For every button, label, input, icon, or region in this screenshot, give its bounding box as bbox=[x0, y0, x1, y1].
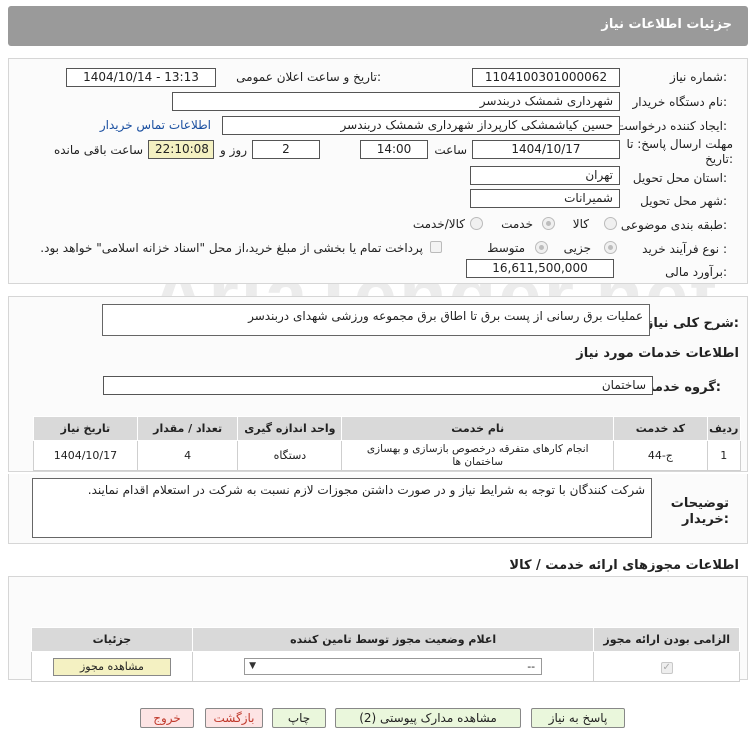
province-field: تهران bbox=[470, 166, 620, 185]
table-row: 1 ج-44 انجام کارهای متفرقه درخصوص بازساز… bbox=[33, 440, 742, 471]
back-button[interactable]: بازگشت bbox=[205, 708, 263, 728]
col-service-name: نام خدمت bbox=[341, 416, 615, 441]
cell-permit-status: -- ▼ bbox=[191, 651, 595, 682]
permit-status-value: -- bbox=[527, 660, 536, 673]
buyer-notes-textarea[interactable]: شرکت کنندگان با توجه به شرایط نیاز و در … bbox=[32, 478, 652, 538]
days-label: روز و bbox=[220, 143, 247, 157]
service-group-label: گروه خدمت: bbox=[641, 380, 721, 395]
col-row: ردیف bbox=[706, 416, 742, 441]
deadline-time-field: 14:00 bbox=[360, 140, 428, 159]
col-permit-required: الزامی بودن ارائه مجوز bbox=[593, 627, 740, 652]
announce-field: 1404/10/14 - 13:13 bbox=[66, 68, 216, 87]
permits-table: الزامی بودن ارائه مجوز اعلام وضعیت مجوز … bbox=[31, 627, 740, 682]
category-label: طبقه بندی موضوعی: bbox=[620, 218, 727, 232]
col-permit-status: اعلام وضعیت مجوز توسط تامین کننده bbox=[191, 627, 595, 652]
summary-textarea[interactable]: عملیات برق رسانی از پست برق تا اطاق برق … bbox=[102, 304, 650, 336]
cell-permit-details: مشاهده مجوز bbox=[31, 651, 193, 682]
services-section-title: اطلاعات خدمات مورد نیاز bbox=[576, 346, 739, 361]
permits-section-title: اطلاعات مجوزهای ارائه خدمت / کالا bbox=[509, 558, 739, 573]
permits-table-header: الزامی بودن ارائه مجوز اعلام وضعیت مجوز … bbox=[31, 627, 740, 652]
window-title: جزئیات اطلاعات نیاز bbox=[601, 17, 732, 32]
estimate-label: برآورد مالی: bbox=[665, 265, 727, 279]
process-radio-medium[interactable] bbox=[535, 241, 548, 254]
need-number-field: 1104100301000062 bbox=[472, 68, 620, 87]
cell-service-code: ج-44 bbox=[613, 440, 708, 471]
buyer-contact-link[interactable]: اطلاعات تماس خریدار bbox=[100, 118, 211, 132]
summary-label: شرح کلی نیاز: bbox=[645, 316, 739, 331]
attached-docs-button[interactable]: مشاهده مدارک پیوستی (2) bbox=[335, 708, 521, 728]
print-button[interactable]: چاپ bbox=[272, 708, 326, 728]
deadline-date-field: 1404/10/17 bbox=[472, 140, 620, 159]
chevron-down-icon: ▼ bbox=[249, 661, 257, 671]
need-number-label: شماره نیاز: bbox=[669, 70, 727, 84]
permit-required-checkbox[interactable]: ✓ bbox=[660, 661, 673, 674]
services-table-header: ردیف کد خدمت نام خدمت واحد اندازه گیری ت… bbox=[33, 416, 742, 441]
buyer-notes-label: توضیحات خریدار: bbox=[670, 496, 729, 527]
service-group-field: ساختمان bbox=[103, 376, 653, 395]
col-permit-details: جزئیات bbox=[31, 627, 193, 652]
buyer-org-label: نام دستگاه خریدار: bbox=[632, 95, 728, 109]
remaining-time-field: 22:10:08 bbox=[148, 140, 214, 159]
category-radio-service[interactable] bbox=[542, 217, 555, 230]
city-label: شهر محل تحویل: bbox=[640, 194, 727, 208]
col-need-date: تاریخ نیاز bbox=[33, 416, 138, 441]
view-permit-button[interactable]: مشاهده مجوز bbox=[52, 657, 171, 676]
cell-quantity: 4 bbox=[136, 440, 239, 471]
window-titlebar: جزئیات اطلاعات نیاز bbox=[8, 6, 748, 46]
category-radio-goods[interactable] bbox=[604, 217, 617, 230]
cell-permit-required: ✓ bbox=[593, 651, 740, 682]
buyer-org-field: شهرداری شمشک دربندسر bbox=[172, 92, 620, 111]
col-unit: واحد اندازه گیری bbox=[237, 416, 343, 441]
deadline-time-label: ساعت bbox=[434, 143, 467, 157]
col-service-code: کد خدمت bbox=[613, 416, 708, 441]
col-quantity: تعداد / مقدار bbox=[136, 416, 239, 441]
announce-label: تاریخ و ساعت اعلان عمومی: bbox=[236, 70, 381, 84]
category-radio-goods-service[interactable] bbox=[470, 217, 483, 230]
category-option-service: خدمت bbox=[501, 217, 533, 231]
city-field: شمیرانات bbox=[470, 189, 620, 208]
treasury-note: پرداخت تمام یا بخشی از مبلغ خرید،از محل … bbox=[40, 241, 423, 255]
permit-status-select[interactable]: -- ▼ bbox=[244, 658, 543, 675]
table-row: ✓ -- ▼ مشاهده مجوز bbox=[31, 651, 740, 682]
treasury-checkbox[interactable] bbox=[430, 241, 442, 253]
reply-button[interactable]: پاسخ به نیاز bbox=[531, 708, 625, 728]
category-option-goods: کالا bbox=[572, 217, 589, 231]
deadline-label: مهلت ارسال پاسخ: تا تاریخ: bbox=[626, 137, 733, 166]
process-option-medium: متوسط bbox=[487, 241, 525, 255]
cell-need-date: 1404/10/17 bbox=[33, 440, 138, 471]
process-option-minor: جزیی bbox=[563, 241, 591, 255]
cell-row: 1 bbox=[706, 440, 742, 471]
process-label: نوع فرآیند خرید : bbox=[642, 242, 727, 256]
province-label: استان محل تحویل: bbox=[632, 171, 727, 185]
requester-label: ایجاد کننده درخواست: bbox=[616, 119, 727, 133]
services-table: ردیف کد خدمت نام خدمت واحد اندازه گیری ت… bbox=[33, 416, 742, 471]
remaining-label: ساعت باقی مانده bbox=[53, 143, 143, 157]
process-radio-minor[interactable] bbox=[604, 241, 617, 254]
requester-field: حسین کیاشمشکی کارپرداز شهرداری شمشک دربن… bbox=[222, 116, 620, 135]
days-field: 2 bbox=[252, 140, 320, 159]
category-option-goods-service: کالا/خدمت bbox=[412, 217, 465, 231]
estimate-field: 16,611,500,000 bbox=[466, 259, 614, 278]
cell-unit: دستگاه bbox=[237, 440, 343, 471]
cell-service-name: انجام کارهای متفرقه درخصوص بازسازی و بهس… bbox=[341, 440, 615, 471]
exit-button[interactable]: خروج bbox=[140, 708, 194, 728]
